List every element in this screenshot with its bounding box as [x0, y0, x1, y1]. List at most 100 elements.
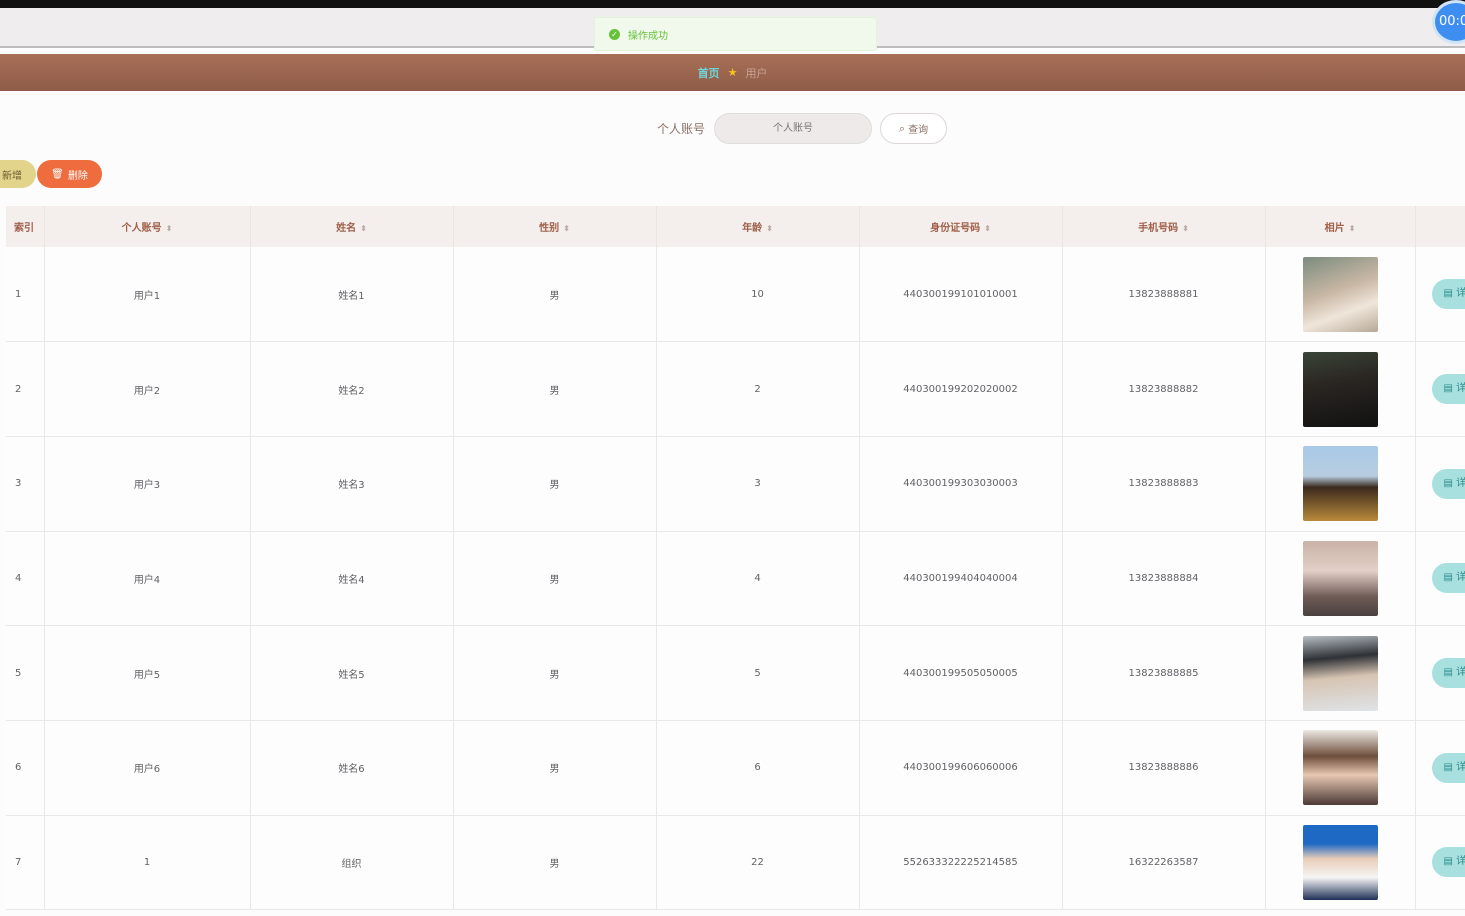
cell-gender: 男	[453, 625, 657, 721]
document-icon: ▤	[1443, 572, 1457, 584]
column-header-id-number[interactable]: 身份证号码 ⬍	[859, 206, 1063, 247]
cell-phone: 13823888881	[1062, 247, 1266, 343]
sort-icon[interactable]: ⬍	[766, 224, 773, 233]
user-photo[interactable]	[1302, 824, 1378, 900]
detail-button[interactable]: ▤ 详	[1431, 468, 1465, 499]
cell-photo	[1265, 531, 1416, 627]
cell-age: 10	[656, 247, 860, 343]
cell-name: 姓名1	[250, 247, 454, 343]
breadcrumb-current: 用户	[745, 66, 768, 80]
detail-button[interactable]: ▤ 详	[1431, 563, 1465, 594]
cell-account: 用户5	[44, 625, 251, 721]
cell-id-number: 440300199606060006	[859, 720, 1063, 816]
cell-id-number: 440300199404040004	[859, 531, 1063, 627]
cell-photo	[1265, 436, 1416, 532]
column-header-phone[interactable]: 手机号码 ⬍	[1062, 206, 1266, 247]
cell-photo	[1265, 815, 1416, 911]
delete-button[interactable]: 🗑 删除	[37, 160, 102, 188]
search-icon: ⌕	[898, 121, 906, 135]
cell-phone: 16322263587	[1062, 815, 1266, 911]
table-header-row: 索引 个人账号 ⬍ 姓名 ⬍ 性别 ⬍ 年龄 ⬍ 身份证号码 ⬍ 手机号码 ⬍ 相片 ⬍	[6, 206, 1465, 247]
user-photo[interactable]	[1302, 540, 1378, 616]
detail-button[interactable]: ▤ 详	[1431, 374, 1465, 405]
breadcrumb: 首页 ★ 用户	[0, 54, 1465, 91]
search-label: 个人账号	[657, 122, 706, 136]
column-header-age[interactable]: 年龄 ⬍	[656, 206, 860, 247]
cell-actions: ▤ 详	[1415, 720, 1465, 816]
document-icon: ▤	[1443, 761, 1457, 773]
cell-actions: ▤ 详	[1415, 531, 1465, 627]
search-bar: 个人账号 ⌕ 查询	[657, 113, 948, 144]
column-header-name[interactable]: 姓名 ⬍	[250, 206, 454, 247]
breadcrumb-home[interactable]: 首页	[698, 65, 720, 81]
cell-actions: ▤ 详	[1415, 815, 1465, 911]
cell-account: 用户4	[44, 531, 251, 627]
cell-phone: 13823888885	[1062, 625, 1266, 721]
cell-id-number: 440300199202020002	[859, 341, 1063, 437]
cell-index: 7	[6, 815, 45, 911]
cell-photo	[1265, 341, 1416, 437]
cell-phone: 13823888883	[1062, 436, 1266, 532]
sort-icon[interactable]: ⬍	[1349, 224, 1356, 233]
detail-button[interactable]: ▤ 详	[1431, 847, 1465, 878]
column-header-index[interactable]: 索引	[6, 206, 45, 247]
detail-button[interactable]: ▤ 详	[1431, 658, 1465, 689]
sort-icon[interactable]: ⬍	[984, 224, 991, 233]
cell-gender: 男	[453, 531, 657, 627]
user-photo[interactable]	[1302, 635, 1378, 711]
cell-gender: 男	[453, 720, 657, 816]
document-icon: ▤	[1443, 856, 1457, 868]
cell-phone: 13823888884	[1062, 531, 1266, 627]
user-photo[interactable]	[1302, 446, 1378, 522]
star-icon: ★	[727, 66, 738, 79]
cell-gender: 男	[453, 341, 657, 437]
cell-photo	[1265, 625, 1416, 721]
cell-phone: 13823888886	[1062, 720, 1266, 816]
toast-message: 操作成功	[628, 30, 668, 42]
cell-id-number: 440300199101010001	[859, 247, 1063, 343]
cell-account: 用户3	[44, 436, 251, 532]
cell-name: 组织	[250, 815, 454, 911]
cell-account: 用户2	[44, 341, 251, 437]
table-row: 1 用户1 姓名1 男 10 440300199101010001 138238…	[6, 247, 1465, 343]
user-photo[interactable]	[1302, 730, 1378, 806]
add-button-label: 新增	[2, 170, 22, 182]
add-button[interactable]: 新增	[0, 160, 36, 188]
cell-age: 3	[656, 436, 860, 532]
cell-actions: ▤ 详	[1415, 341, 1465, 437]
cell-account: 用户6	[44, 720, 251, 816]
cell-account: 1	[44, 815, 251, 911]
table-row: 6 用户6 姓名6 男 6 440300199606060006 1382388…	[6, 720, 1465, 816]
column-header-account[interactable]: 个人账号 ⬍	[44, 206, 251, 247]
cell-name: 姓名2	[250, 341, 454, 437]
cell-account: 用户1	[44, 247, 251, 343]
sort-icon[interactable]: ⬍	[166, 224, 173, 233]
cell-name: 姓名4	[250, 531, 454, 627]
document-icon: ▤	[1443, 477, 1457, 489]
cell-gender: 男	[453, 815, 657, 911]
sort-icon[interactable]: ⬍	[563, 224, 570, 233]
cell-photo	[1265, 720, 1416, 816]
cell-photo	[1265, 247, 1416, 343]
sort-icon[interactable]: ⬍	[1182, 224, 1189, 233]
column-header-actions	[1415, 206, 1465, 247]
detail-button[interactable]: ▤ 详	[1431, 752, 1465, 783]
column-header-gender[interactable]: 性别 ⬍	[453, 206, 657, 247]
window-top-bar	[0, 0, 1465, 8]
check-circle-icon: ✓	[609, 28, 620, 40]
cell-index: 1	[6, 247, 45, 343]
user-photo[interactable]	[1302, 256, 1378, 332]
detail-button[interactable]: ▤ 详	[1431, 279, 1465, 310]
cell-id-number: 440300199303030003	[859, 436, 1063, 532]
user-photo[interactable]	[1302, 351, 1378, 427]
column-header-photo[interactable]: 相片 ⬍	[1265, 206, 1416, 247]
cell-gender: 男	[453, 436, 657, 532]
table-row: 5 用户5 姓名5 男 5 440300199505050005 1382388…	[6, 625, 1465, 721]
sort-icon[interactable]: ⬍	[360, 224, 367, 233]
document-icon: ▤	[1443, 383, 1457, 395]
search-button[interactable]: ⌕ 查询	[880, 113, 948, 144]
success-toast: ✓ 操作成功	[594, 17, 877, 51]
cell-actions: ▤ 详	[1415, 247, 1465, 343]
account-search-input[interactable]	[714, 113, 873, 144]
cell-actions: ▤ 详	[1415, 436, 1465, 532]
